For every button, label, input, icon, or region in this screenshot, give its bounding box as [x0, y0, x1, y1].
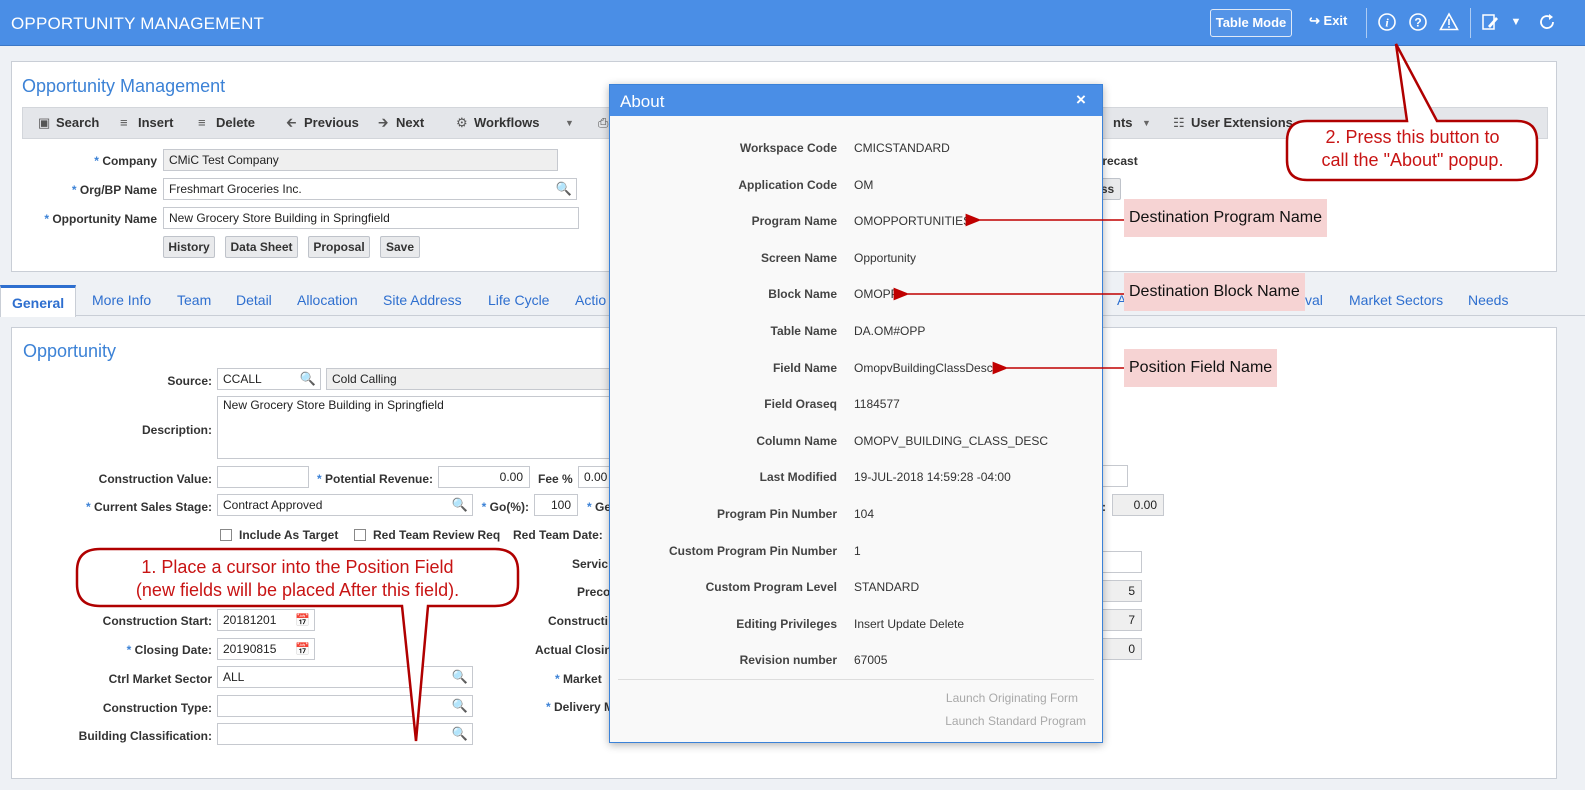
annotation-layer [75, 43, 1539, 742]
destination-block-name-tag: Destination Block Name [1124, 273, 1305, 311]
position-field-name-tag: Position Field Name [1124, 349, 1278, 387]
callout-position-text: 1. Place a cursor into the Position Fiel… [135, 557, 460, 600]
callout-about-text: 2. Press this button to call the "About"… [1321, 127, 1504, 170]
destination-program-name-tag: Destination Program Name [1124, 199, 1327, 237]
